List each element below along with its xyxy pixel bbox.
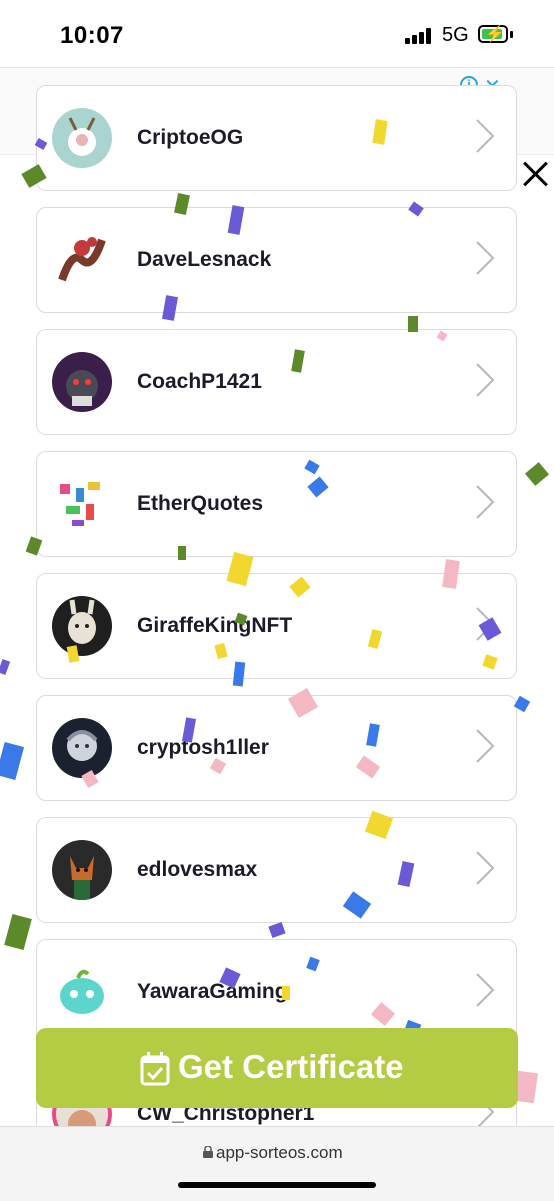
avatar bbox=[52, 230, 112, 290]
list-item[interactable]: cryptosh1ller bbox=[36, 695, 517, 801]
username: CoachP1421 bbox=[137, 370, 262, 393]
username: YawaraGaming bbox=[137, 980, 288, 1003]
chevron-right-icon bbox=[476, 729, 495, 763]
network-label: 5G bbox=[442, 24, 469, 46]
username: edlovesmax bbox=[137, 858, 258, 881]
signal-icon bbox=[405, 28, 433, 44]
chevron-right-icon bbox=[476, 363, 495, 397]
avatar bbox=[52, 962, 112, 1022]
avatar bbox=[52, 474, 112, 534]
close-icon[interactable] bbox=[520, 158, 550, 188]
url-text[interactable]: app-sorteos.com bbox=[216, 1143, 343, 1163]
avatar bbox=[52, 718, 112, 778]
avatar bbox=[52, 840, 112, 900]
status-bar: 10:07 5G ⚡ bbox=[0, 0, 554, 66]
avatar bbox=[52, 108, 112, 168]
chevron-right-icon bbox=[476, 485, 495, 519]
avatar bbox=[52, 596, 112, 656]
list-item[interactable]: edlovesmax bbox=[36, 817, 517, 923]
get-certificate-button[interactable]: Get Certificate bbox=[36, 1028, 518, 1108]
username: EtherQuotes bbox=[137, 492, 264, 515]
list-item[interactable]: GiraffeKingNFT bbox=[36, 573, 517, 679]
username: CriptoeOG bbox=[137, 126, 244, 149]
list-item[interactable]: CoachP1421 bbox=[36, 329, 517, 435]
battery-cap bbox=[510, 31, 513, 38]
chevron-right-icon bbox=[476, 607, 495, 641]
list-item[interactable]: DaveLesnack bbox=[36, 207, 517, 313]
avatar bbox=[52, 352, 112, 412]
calendar-check-icon bbox=[140, 1052, 170, 1086]
username: cryptosh1ller bbox=[137, 736, 269, 759]
browser-address-bar[interactable]: app-sorteos.com bbox=[0, 1126, 554, 1201]
chevron-right-icon bbox=[476, 241, 495, 275]
get-certificate-label: Get Certificate bbox=[178, 1048, 404, 1085]
list-item[interactable]: CriptoeOG bbox=[36, 85, 517, 191]
list-item[interactable]: EtherQuotes bbox=[36, 451, 517, 557]
username: GiraffeKingNFT bbox=[137, 614, 293, 637]
chevron-right-icon bbox=[476, 973, 495, 1007]
status-time: 10:07 bbox=[60, 22, 124, 49]
battery-icon: ⚡ bbox=[478, 25, 508, 43]
chevron-right-icon bbox=[476, 851, 495, 885]
home-indicator[interactable] bbox=[178, 1182, 376, 1188]
chevron-right-icon bbox=[476, 119, 495, 153]
username: DaveLesnack bbox=[137, 248, 272, 271]
lock-icon bbox=[203, 1146, 213, 1158]
